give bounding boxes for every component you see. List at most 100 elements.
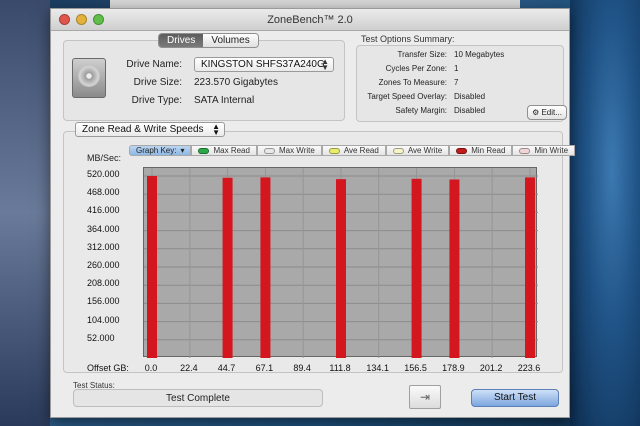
option-row: Cycles Per Zone: 1: [357, 64, 565, 76]
drive-type-label: Drive Type:: [131, 95, 182, 106]
legend-swatch: [456, 147, 468, 154]
legend-swatch: [263, 147, 275, 154]
x-tick-label: 44.7: [217, 363, 236, 373]
legend-swatch: [392, 147, 404, 154]
option-key: Target Speed Overlay:: [367, 92, 447, 101]
x-tick-label: 223.6: [517, 363, 541, 373]
drive-tabs: Drives Volumes: [158, 33, 259, 48]
test-status-box: Test Complete: [73, 389, 323, 407]
gear-icon: ⚙: [532, 108, 540, 117]
option-value: 1: [454, 64, 459, 73]
option-row: Transfer Size: 10 Megabytes: [357, 50, 565, 62]
chart-bar: [411, 178, 422, 358]
zoom-button[interactable]: [93, 14, 104, 25]
y-tick-label: 520.000: [87, 169, 120, 179]
y-tick-label: 312.000: [87, 241, 120, 252]
legend-label: Min Read: [471, 146, 506, 155]
chart-bar: [525, 177, 535, 358]
graph-key-item[interactable]: Ave Write: [385, 145, 450, 156]
y-tick-label: 416.000: [87, 205, 120, 216]
x-tick-label: 201.2: [479, 363, 503, 373]
chevron-updown-icon: ▲ ▼: [212, 122, 220, 137]
x-tick-label: 178.9: [442, 363, 465, 373]
option-value: Disabled: [454, 106, 486, 115]
option-value: 7: [454, 78, 459, 87]
test-options-title: Test Options Summary:: [361, 34, 455, 44]
x-axis-label: Offset GB:: [87, 363, 129, 373]
drive-size-value: 223.570 Gigabytes: [194, 77, 278, 88]
option-value: 10 Megabytes: [454, 50, 505, 59]
x-tick-label: 134.1: [366, 363, 389, 373]
option-key: Cycles Per Zone:: [385, 64, 447, 73]
x-tick-label: 111.8: [329, 363, 351, 373]
graph-key-label: Graph Key:: [136, 146, 177, 155]
option-key: Zones To Measure:: [378, 78, 447, 87]
y-tick-label: 260.000: [87, 260, 120, 270]
x-tick-label: 156.5: [404, 363, 427, 373]
graph-key: Graph Key: ▾ Max Read Max Write Ave Read Av…: [129, 145, 576, 156]
edit-label: Edit...: [541, 108, 562, 117]
tab-volumes[interactable]: Volumes: [203, 34, 258, 47]
desktop-background-left: [0, 0, 50, 426]
legend-label: Max Write: [278, 146, 315, 155]
legend-swatch: [519, 147, 531, 154]
graph-key-item[interactable]: Min Write: [512, 145, 576, 156]
graph-key-item[interactable]: Max Write: [256, 145, 322, 156]
y-tick-label: 468.000: [87, 187, 120, 198]
x-tick-label: 89.4: [293, 363, 311, 373]
chevron-updown-icon: ▲ ▼: [321, 57, 329, 72]
title-bar[interactable]: ZoneBench™ 2.0: [51, 9, 569, 31]
graph-key-item[interactable]: Ave Read: [321, 145, 386, 156]
drive-type-value: SATA Internal: [194, 95, 255, 106]
y-tick-label: 104.000: [87, 314, 120, 325]
desktop-wallpaper: [570, 0, 640, 426]
background-window-edge: [110, 0, 520, 8]
drive-name-value: KINGSTON SHFS37A240G: [201, 59, 325, 70]
graph-key-menu[interactable]: Graph Key: ▾: [129, 145, 192, 156]
legend-label: Min Write: [534, 146, 569, 155]
option-key: Transfer Size:: [397, 50, 448, 59]
option-row: Target Speed Overlay: Disabled: [357, 92, 565, 104]
test-options-panel: Transfer Size: 10 Megabytes Cycles Per Z…: [356, 45, 567, 122]
x-tick-label: 67.1: [255, 363, 274, 373]
graph-mode-select[interactable]: Zone Read & Write Speeds ▲ ▼: [75, 122, 225, 137]
legend-swatch: [328, 147, 340, 154]
graph-key-items: Max Read Max Write Ave Read Ave Write Min Re…: [191, 145, 576, 156]
close-button[interactable]: [59, 14, 70, 25]
minimize-button[interactable]: [76, 14, 87, 25]
graph-mode-value: Zone Read & Write Speeds: [82, 124, 204, 135]
tab-drives[interactable]: Drives: [159, 34, 204, 47]
start-test-button[interactable]: Start Test: [471, 389, 559, 407]
export-icon[interactable]: ⇥: [409, 385, 441, 409]
chart-bar: [336, 179, 346, 358]
y-tick-label: 52.000: [87, 332, 115, 343]
y-tick-label: 208.000: [87, 278, 120, 289]
legend-label: Max Read: [213, 146, 250, 155]
chart-bar: [147, 176, 157, 358]
legend-swatch: [198, 147, 210, 154]
chart-svg: [144, 168, 538, 358]
window-title: ZoneBench™ 2.0: [267, 14, 353, 26]
chart-bar: [260, 177, 271, 358]
window-controls: [59, 14, 104, 25]
chart-bar: [449, 179, 460, 358]
x-tick-label: 22.4: [180, 363, 198, 373]
chart-plot-area: [143, 167, 538, 358]
zonebench-window: ZoneBench™ 2.0 Drives Volumes Drive Name…: [50, 8, 576, 418]
option-key: Safety Margin:: [395, 106, 447, 115]
graph-key-item[interactable]: Max Read: [191, 145, 257, 156]
drive-name-select[interactable]: KINGSTON SHFS37A240G ▲ ▼: [194, 57, 334, 72]
y-axis-label: MB/Sec:: [87, 153, 122, 163]
graph-key-item[interactable]: Min Read: [449, 145, 513, 156]
option-value: Disabled: [454, 92, 486, 101]
legend-label: Ave Read: [343, 146, 379, 155]
drive-panel: Drives Volumes Drive Name: KINGSTON SHFS…: [63, 33, 345, 121]
chart-bar: [222, 177, 233, 358]
y-tick-label: 156.000: [87, 296, 120, 307]
chevron-down-icon: ▾: [180, 146, 185, 155]
edit-options-button[interactable]: ⚙ Edit...: [527, 105, 567, 120]
drive-name-label: Drive Name:: [126, 59, 182, 70]
drive-size-label: Drive Size:: [133, 77, 182, 88]
x-tick-label: 0.0: [144, 363, 158, 373]
option-row: Zones To Measure: 7: [357, 78, 565, 90]
